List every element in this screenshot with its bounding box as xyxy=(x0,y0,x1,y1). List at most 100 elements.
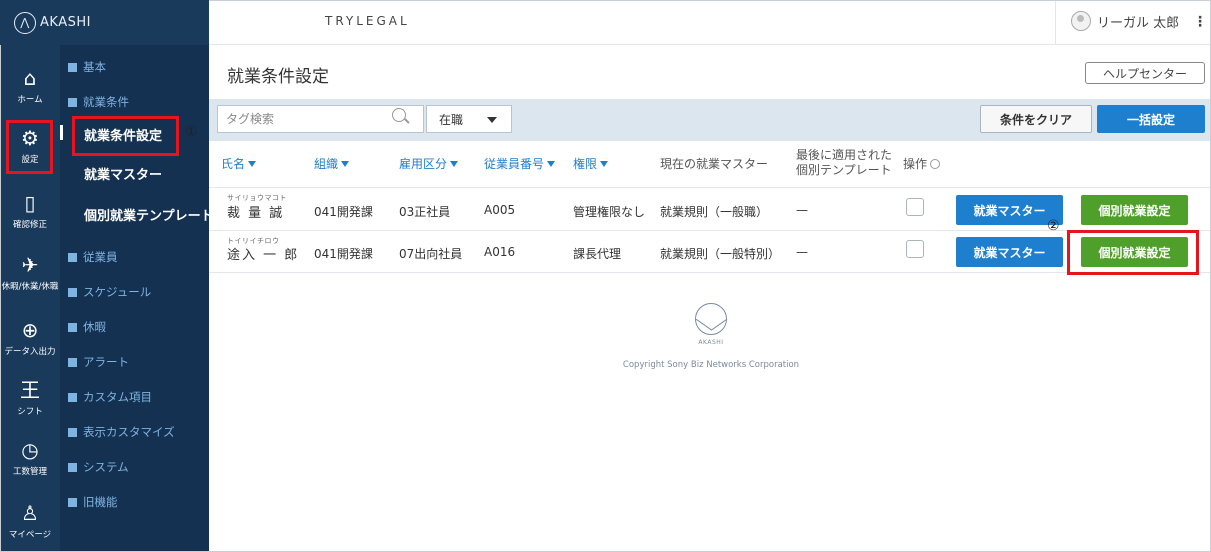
column-header-employment[interactable]: 雇用区分 xyxy=(399,155,459,172)
top-header: TRYLEGAL リーガル 太郎 ⋮ xyxy=(209,0,1211,45)
download-icon: ⊕ xyxy=(21,318,39,342)
employment-cell: 03正社員 xyxy=(399,205,451,219)
row-checkbox[interactable] xyxy=(906,240,924,258)
bulk-setting-button[interactable]: 一括設定 xyxy=(1097,105,1205,133)
filter-bar: 在職 条件をクリア 一括設定 xyxy=(209,99,1211,141)
column-header-last-template: 最後に適用された 個別テンプレート xyxy=(796,148,893,177)
sort-down-icon xyxy=(341,160,350,167)
akashi-logo-icon: ⋀ xyxy=(14,11,36,34)
company-name: TRYLEGAL xyxy=(325,14,410,28)
square-icon xyxy=(68,252,77,262)
clear-conditions-button[interactable]: 条件をクリア xyxy=(980,105,1092,133)
rail-item-effort[interactable]: ◷ 工数管理 xyxy=(0,437,60,477)
individual-setting-button[interactable]: 個別就業設定 xyxy=(1081,195,1188,225)
clock-icon: ◷ xyxy=(21,438,39,462)
shift-icon: 王 xyxy=(20,378,40,402)
square-icon xyxy=(68,287,77,297)
active-indicator xyxy=(60,125,63,140)
brand-name: AKASHI xyxy=(40,15,91,30)
sort-down-icon xyxy=(547,160,556,167)
user-name: リーガル 太郎 xyxy=(1097,15,1180,31)
menu-section-legacy[interactable]: 旧機能 xyxy=(68,494,118,510)
page-title: 就業条件設定 xyxy=(227,67,329,87)
icon-rail: ⌂ ホーム ⚙ 設定 ▯ 確認修正 ✈ 休暇/休業/休職 ⊕ データ入出力 王 … xyxy=(0,0,60,552)
sort-down-icon xyxy=(248,160,257,167)
divider xyxy=(209,272,1211,273)
square-icon xyxy=(68,392,77,402)
emp-no-cell: A016 xyxy=(484,245,516,259)
rail-item-mypage[interactable]: ♙ マイページ xyxy=(0,500,60,540)
employee-name: 裁 量 誠 xyxy=(227,206,285,221)
rail-item-home[interactable]: ⌂ ホーム xyxy=(0,65,60,105)
divider xyxy=(209,187,1211,188)
work-master-button[interactable]: 就業マスター xyxy=(956,237,1063,267)
square-icon xyxy=(68,322,77,332)
clipboard-icon: ▯ xyxy=(24,191,36,215)
leave-icon: ✈ xyxy=(21,253,39,277)
copyright-text: Copyright Sony Biz Networks Corporation xyxy=(622,360,800,370)
divider xyxy=(209,230,1211,231)
column-header-authority[interactable]: 権限 xyxy=(573,155,609,172)
menu-section-basic[interactable]: 基本 xyxy=(68,59,106,75)
org-cell: 041開発課 xyxy=(314,205,373,219)
chevron-down-circle-icon xyxy=(930,158,941,169)
rail-item-data-io[interactable]: ⊕ データ入出力 xyxy=(0,317,60,357)
menu-section-display-customize[interactable]: 表示カスタマイズ xyxy=(68,424,175,440)
column-header-emp-no[interactable]: 従業員番号 xyxy=(484,155,556,172)
menu-section-leave[interactable]: 休暇 xyxy=(68,319,106,335)
menu-section-custom-items[interactable]: カスタム項目 xyxy=(68,389,152,405)
menu-section-employees[interactable]: 従業員 xyxy=(68,249,118,265)
column-header-current-master: 現在の就業マスター xyxy=(660,157,769,171)
square-icon xyxy=(68,97,77,107)
square-icon xyxy=(68,357,77,367)
square-icon xyxy=(68,497,77,507)
help-center-button[interactable]: ヘルプセンター xyxy=(1085,62,1205,84)
employee-name: 途入 一 郎 xyxy=(227,248,300,263)
authority-cell: 課長代理 xyxy=(573,247,622,261)
user-menu[interactable]: リーガル 太郎 xyxy=(1071,11,1179,31)
employment-cell: 07出向社員 xyxy=(399,247,463,261)
master-cell: 就業規則（一般職） xyxy=(660,205,769,219)
menu-section-system[interactable]: システム xyxy=(68,459,129,475)
emp-no-cell: A005 xyxy=(484,203,516,217)
sort-down-icon xyxy=(600,160,609,167)
highlight-box xyxy=(6,120,53,174)
caret-down-icon xyxy=(487,117,497,123)
highlight-box xyxy=(1067,230,1199,275)
highlight-box xyxy=(72,116,179,156)
home-icon: ⌂ xyxy=(23,66,37,90)
column-header-operation[interactable]: 操作 xyxy=(903,155,941,172)
step-2-marker: ② xyxy=(1047,218,1060,234)
menu-item-work-master[interactable]: 就業マスター xyxy=(84,164,162,183)
footer-logo-text: AKASHI xyxy=(698,339,724,346)
menu-section-schedule[interactable]: スケジュール xyxy=(68,284,151,300)
rail-item-leave[interactable]: ✈ 休暇/休業/休職 xyxy=(0,252,60,292)
column-header-name[interactable]: 氏名 xyxy=(221,155,257,172)
rail-item-review[interactable]: ▯ 確認修正 xyxy=(0,190,60,230)
row-checkbox[interactable] xyxy=(906,198,924,216)
column-header-org[interactable]: 組織 xyxy=(314,155,350,172)
divider xyxy=(1055,0,1056,45)
avatar-icon xyxy=(1071,11,1091,31)
menu-section-alert[interactable]: アラート xyxy=(68,354,129,370)
search-icon[interactable] xyxy=(392,108,406,122)
square-icon xyxy=(68,462,77,472)
status-select-value: 在職 xyxy=(439,112,464,127)
square-icon xyxy=(68,62,77,72)
menu-section-work-conditions[interactable]: 就業条件 xyxy=(68,94,129,110)
square-icon xyxy=(68,427,77,437)
master-cell: 就業規則（一般特別） xyxy=(660,247,781,261)
status-select[interactable]: 在職 xyxy=(426,105,512,133)
template-cell: — xyxy=(796,245,808,259)
rail-item-shift[interactable]: 王 シフト xyxy=(0,377,60,417)
step-1-marker: ① xyxy=(185,124,198,140)
user-icon: ♙ xyxy=(21,501,39,525)
menu-item-individual-template[interactable]: 個別就業テンプレート xyxy=(84,205,214,224)
kebab-menu-icon[interactable]: ⋮ xyxy=(1193,14,1207,30)
org-cell: 041開発課 xyxy=(314,247,373,261)
authority-cell: 管理権限なし xyxy=(573,205,646,219)
sort-down-icon xyxy=(450,160,459,167)
akashi-logo-icon xyxy=(695,303,727,335)
template-cell: — xyxy=(796,203,808,217)
app-brand[interactable]: ⋀ AKASHI xyxy=(0,0,209,45)
